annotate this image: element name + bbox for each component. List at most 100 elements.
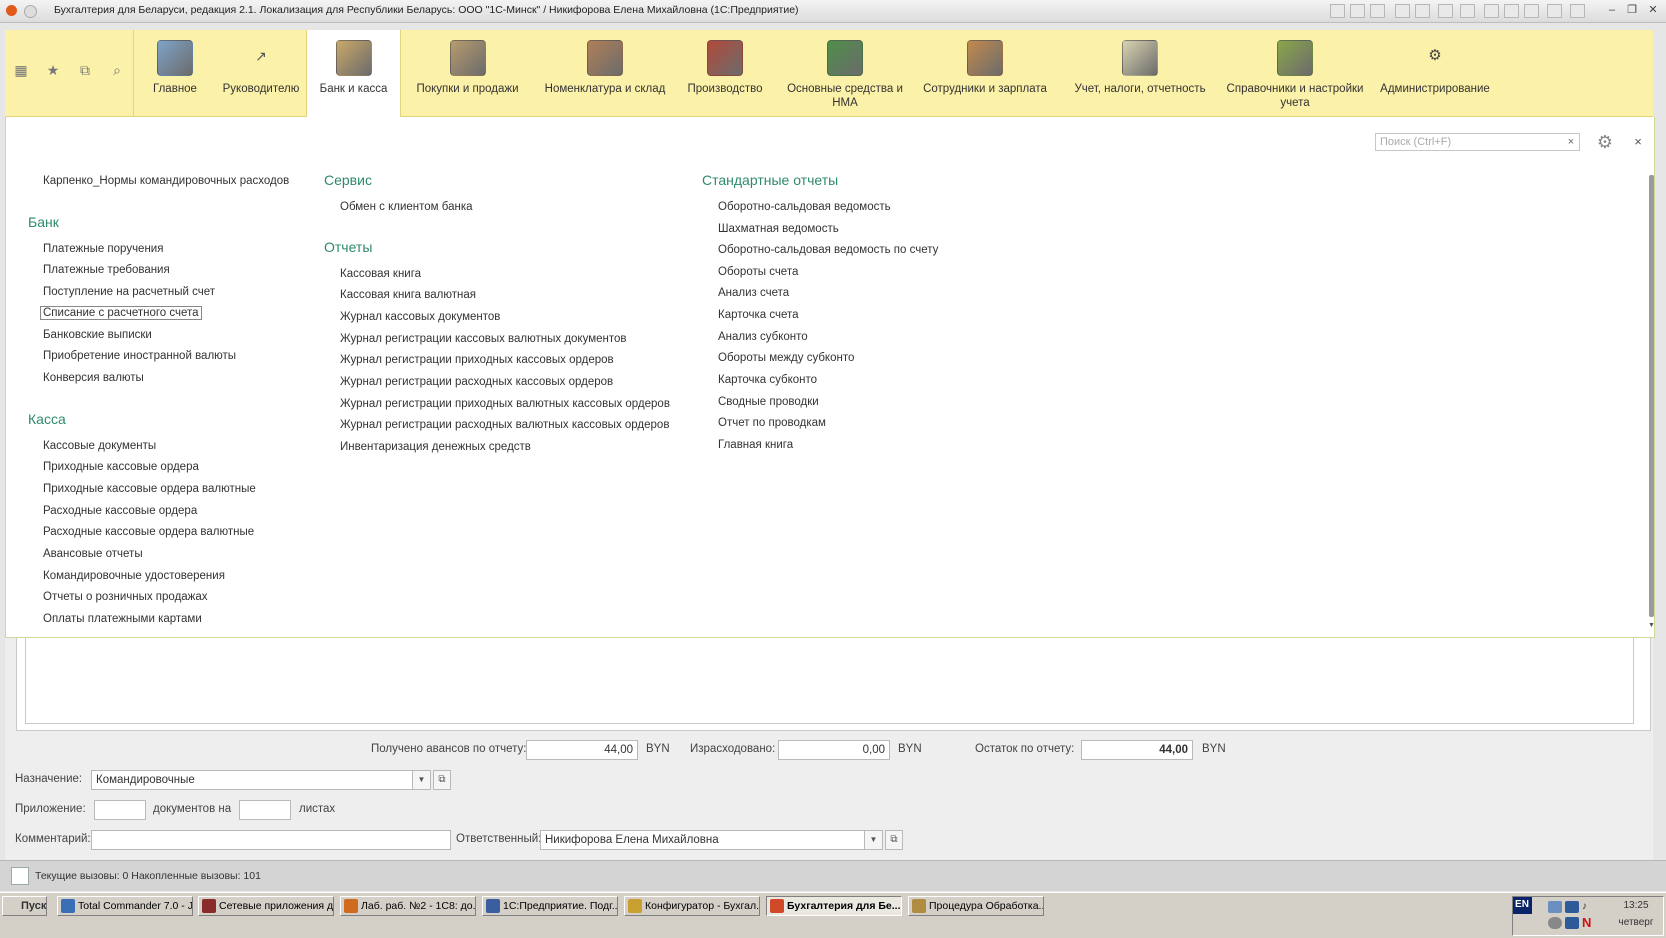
clear-search-icon[interactable]: × bbox=[1563, 133, 1580, 151]
taskbar-button[interactable]: Процедура Обработка... bbox=[908, 896, 1044, 916]
spent-field[interactable]: 0,00 bbox=[778, 740, 890, 760]
section-fixed-assets[interactable]: Основные средства и НМА bbox=[780, 30, 910, 116]
device-icon[interactable] bbox=[1565, 917, 1579, 929]
section-nomenclature[interactable]: Номенклатура и склад bbox=[535, 30, 675, 116]
section-administration[interactable]: ⚙ Администрирование bbox=[1375, 30, 1495, 116]
memory-m-icon[interactable] bbox=[1484, 4, 1499, 18]
memory-minus-icon[interactable] bbox=[1524, 4, 1539, 18]
menu-item-expense-orders-currency[interactable]: Расходные кассовые ордера валютные bbox=[43, 526, 254, 538]
menu-item-subconto-card[interactable]: Карточка субконто bbox=[718, 374, 817, 386]
volume-icon[interactable]: ♪ bbox=[1582, 901, 1594, 913]
close-panel-icon[interactable]: × bbox=[1630, 133, 1646, 151]
taskbar-button[interactable]: Конфигуратор - Бухгал... bbox=[624, 896, 760, 916]
menu-item-writeoff-account[interactable]: Списание с расчетного счета bbox=[40, 306, 202, 320]
menu-item-currency-conversion[interactable]: Конверсия валюты bbox=[43, 372, 144, 384]
open-icon[interactable]: ⧉ bbox=[433, 770, 451, 790]
menu-item-receipt-currency-register[interactable]: Журнал регистрации приходных валютных ка… bbox=[340, 398, 670, 410]
menu-item-entries-report[interactable]: Отчет по проводкам bbox=[718, 417, 826, 429]
menu-scrollbar[interactable] bbox=[1649, 175, 1654, 617]
favorites-star-icon[interactable]: ★ bbox=[45, 62, 61, 78]
search-input[interactable]: Поиск (Ctrl+F) bbox=[1375, 133, 1565, 151]
menu-item-expense-currency-register[interactable]: Журнал регистрации расходных валютных ка… bbox=[340, 419, 669, 431]
preview-icon[interactable] bbox=[1370, 4, 1385, 18]
menu-item-retail-reports[interactable]: Отчеты о розничных продажах bbox=[43, 591, 208, 603]
section-main[interactable]: Главное bbox=[135, 30, 215, 116]
start-button[interactable]: Пуск bbox=[2, 896, 47, 916]
taskbar-button-active[interactable]: Бухгалтерия для Бе... bbox=[766, 896, 902, 916]
calendar-icon[interactable] bbox=[1438, 4, 1453, 18]
minimize-icon[interactable]: – bbox=[1604, 3, 1620, 18]
all-functions-icon[interactable]: ▦ bbox=[13, 62, 29, 78]
menu-item-cash-inventory[interactable]: Инвентаризация денежных средств bbox=[340, 441, 531, 453]
menu-item-currency-purchase[interactable]: Приобретение иностранной валюты bbox=[43, 350, 236, 362]
taskbar-button[interactable]: 1С:Предприятие. Подг... bbox=[482, 896, 618, 916]
taskbar-button[interactable]: Сетевые приложения д... bbox=[198, 896, 334, 916]
restore-icon[interactable]: ❐ bbox=[1624, 3, 1640, 18]
section-employees[interactable]: Сотрудники и зарплата bbox=[920, 30, 1050, 116]
network-icon[interactable] bbox=[1548, 901, 1562, 913]
menu-item-norms[interactable]: Карпенко_Нормы командировочных расходов bbox=[43, 175, 289, 187]
menu-item-account-card[interactable]: Карточка счета bbox=[718, 309, 799, 321]
menu-item-subconto-analysis[interactable]: Анализ субконто bbox=[718, 331, 808, 343]
menu-circle-icon[interactable] bbox=[24, 5, 37, 18]
menu-item-currency-docs-register[interactable]: Журнал регистрации кассовых валютных док… bbox=[340, 333, 627, 345]
panel-icon[interactable] bbox=[1547, 4, 1562, 18]
menu-item-bank-client-exchange[interactable]: Обмен с клиентом банка bbox=[340, 201, 473, 213]
menu-item-card-payments[interactable]: Оплаты платежными картами bbox=[43, 613, 202, 625]
info-icon[interactable] bbox=[1570, 4, 1585, 18]
menu-item-travel-certificates[interactable]: Командировочные удостоверения bbox=[43, 570, 225, 582]
print-icon[interactable] bbox=[1350, 4, 1365, 18]
purpose-field[interactable]: Командировочные bbox=[91, 770, 413, 790]
balance-field[interactable]: 44,00 bbox=[1081, 740, 1193, 760]
attachment-docs-field[interactable] bbox=[94, 800, 146, 820]
scroll-down-icon[interactable]: ▼ bbox=[1648, 622, 1656, 630]
app-tray-icon[interactable] bbox=[1548, 917, 1562, 929]
responsible-field[interactable]: Никифорова Елена Михайловна bbox=[540, 830, 865, 850]
attachment-sheets-field[interactable] bbox=[239, 800, 291, 820]
menu-item-account-trial-balance[interactable]: Оборотно-сальдовая ведомость по счету bbox=[718, 244, 938, 256]
calls-icon[interactable] bbox=[11, 867, 29, 885]
received-field[interactable]: 44,00 bbox=[526, 740, 638, 760]
menu-item-cash-journal[interactable]: Журнал кассовых документов bbox=[340, 311, 500, 323]
section-accounting-taxes[interactable]: Учет, налоги, отчетность bbox=[1065, 30, 1215, 116]
settings-gear-icon[interactable]: ⚙ bbox=[1594, 131, 1616, 153]
favorites-icon[interactable] bbox=[1395, 4, 1410, 18]
section-bank-cash[interactable]: Банк и касса bbox=[306, 30, 401, 117]
menu-item-receipt-orders-register[interactable]: Журнал регистрации приходных кассовых ор… bbox=[340, 354, 614, 366]
menu-item-expense-orders[interactable]: Расходные кассовые ордера bbox=[43, 505, 197, 517]
menu-item-cash-book[interactable]: Кассовая книга bbox=[340, 268, 421, 280]
section-manager[interactable]: ↗ Руководителю bbox=[217, 30, 305, 116]
menu-item-trial-balance[interactable]: Оборотно-сальдовая ведомость bbox=[718, 201, 891, 213]
menu-item-receipt-orders[interactable]: Приходные кассовые ордера bbox=[43, 461, 199, 473]
link-icon[interactable] bbox=[1415, 4, 1430, 18]
taskbar-button[interactable]: Total Commander 7.0 - J... bbox=[57, 896, 193, 916]
menu-item-receipt-orders-currency[interactable]: Приходные кассовые ордера валютные bbox=[43, 483, 256, 495]
menu-item-cash-book-currency[interactable]: Кассовая книга валютная bbox=[340, 289, 476, 301]
menu-item-payment-orders[interactable]: Платежные поручения bbox=[43, 243, 163, 255]
calculator-icon[interactable] bbox=[1460, 4, 1475, 18]
comment-field[interactable] bbox=[91, 830, 451, 850]
section-production[interactable]: Производство bbox=[680, 30, 770, 116]
search-icon[interactable]: ⌕ bbox=[109, 62, 125, 78]
save-icon[interactable] bbox=[1330, 4, 1345, 18]
menu-item-account-turnover[interactable]: Обороты счета bbox=[718, 266, 798, 278]
section-purchases-sales[interactable]: Покупки и продажи bbox=[405, 30, 530, 116]
menu-item-payment-requests[interactable]: Платежные требования bbox=[43, 264, 170, 276]
menu-item-expense-orders-register[interactable]: Журнал регистрации расходных кассовых ор… bbox=[340, 376, 613, 388]
history-icon[interactable]: ⧉ bbox=[77, 62, 93, 78]
memory-plus-icon[interactable] bbox=[1504, 4, 1519, 18]
menu-item-receipt-account[interactable]: Поступление на расчетный счет bbox=[43, 286, 215, 298]
app-logo-icon[interactable] bbox=[6, 5, 17, 16]
chevron-down-icon[interactable]: ▼ bbox=[413, 770, 431, 790]
open-icon[interactable]: ⧉ bbox=[885, 830, 903, 850]
menu-item-summary-entries[interactable]: Сводные проводки bbox=[718, 396, 819, 408]
menu-item-general-ledger[interactable]: Главная книга bbox=[718, 439, 793, 451]
menu-item-account-analysis[interactable]: Анализ счета bbox=[718, 287, 789, 299]
section-references[interactable]: Справочники и настройки учета bbox=[1225, 30, 1365, 116]
taskbar-button[interactable]: Лаб. раб. №2 - 1С8: до... bbox=[340, 896, 476, 916]
monitor-icon[interactable] bbox=[1565, 901, 1579, 913]
n-icon[interactable]: N bbox=[1582, 915, 1594, 930]
menu-item-subconto-turnover[interactable]: Обороты между субконто bbox=[718, 352, 854, 364]
chevron-down-icon[interactable]: ▼ bbox=[865, 830, 883, 850]
menu-item-cash-documents[interactable]: Кассовые документы bbox=[43, 440, 156, 452]
